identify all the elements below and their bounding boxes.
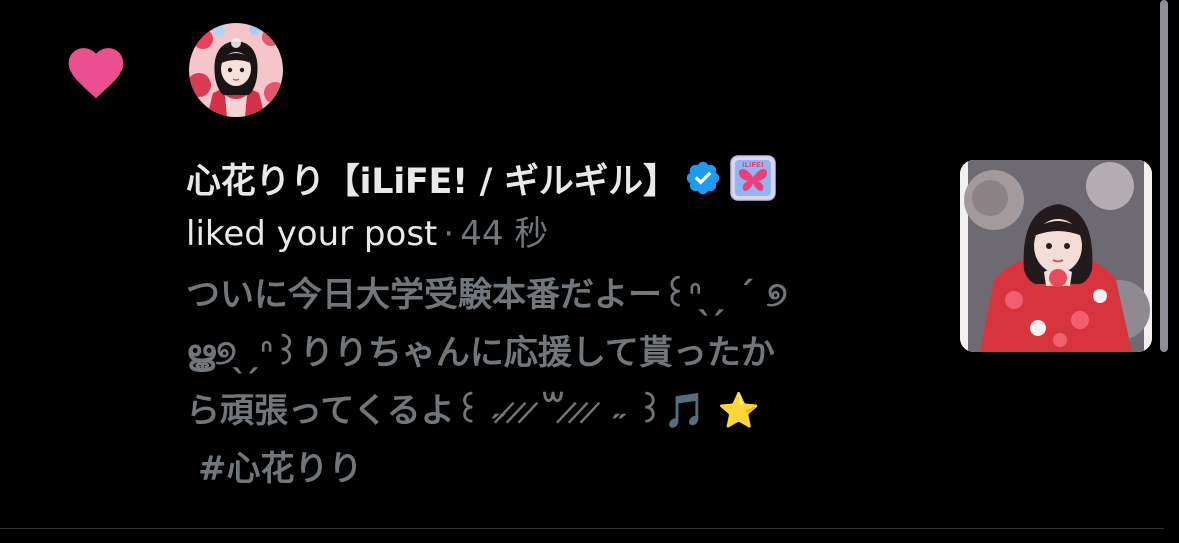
- timestamp[interactable]: 44 秒: [460, 214, 548, 254]
- like-notification[interactable]: 心花りり【iLiFE! / ギルギル】 iLiFE! liked your po…: [0, 0, 1164, 528]
- post-text: ついに今日大学受験本番だよー꒰ᐢ ̖ ̗ ´ ୭ ൠ୭ ̖ ̗ᐢ꒱りりちゃんに応…: [186, 275, 788, 431]
- post-thumbnail-image: [960, 160, 1152, 352]
- avatar-image: [189, 23, 283, 117]
- heart-icon: [68, 48, 124, 99]
- action-row: liked your post · 44 秒: [186, 208, 926, 260]
- user-name-row[interactable]: 心花りり【iLiFE! / ギルギル】 iLiFE!: [186, 150, 926, 206]
- verified-check-icon[interactable]: [684, 159, 722, 197]
- svg-text:iLiFE!: iLiFE!: [742, 161, 764, 169]
- notification-content: 心花りり【iLiFE! / ギルギル】 iLiFE! liked your po…: [186, 150, 926, 498]
- scrollbar[interactable]: [1160, 0, 1168, 352]
- separator-dot: ·: [443, 214, 455, 254]
- display-name[interactable]: 心花りり【iLiFE! / ギルギル】: [186, 153, 678, 204]
- action-text: liked your post: [186, 214, 438, 254]
- hashtag-link[interactable]: #心花りり: [198, 440, 926, 498]
- avatar[interactable]: [189, 23, 283, 117]
- divider: [0, 528, 1164, 529]
- ilife-affiliate-badge[interactable]: iLiFE!: [729, 155, 776, 201]
- post-thumbnail[interactable]: [960, 160, 1152, 352]
